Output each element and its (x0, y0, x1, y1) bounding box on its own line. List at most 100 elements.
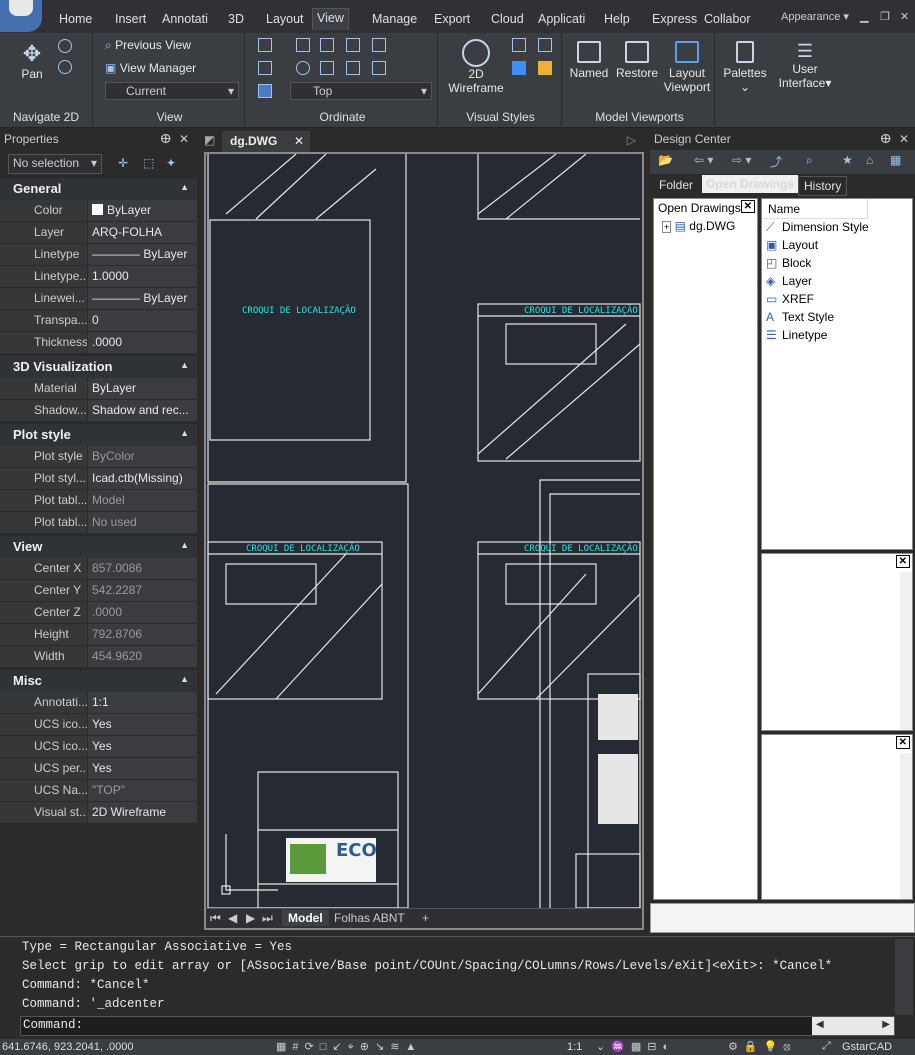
app-menu-button[interactable] (0, 0, 42, 32)
property-row[interactable]: Center Z .0000 (0, 602, 197, 624)
ucs-preset-icon[interactable] (258, 84, 272, 98)
property-row[interactable]: Center X 857.0086 (0, 558, 197, 580)
selection-dropdown[interactable]: No selection ▾ (8, 154, 102, 174)
prev-layout-icon[interactable]: ◀ (228, 911, 237, 925)
close-icon[interactable]: ✕ (895, 736, 910, 749)
horizontal-scrollbar[interactable]: ◀ ▶ (812, 1017, 894, 1035)
property-row[interactable]: Color ByLayer (0, 200, 197, 222)
property-value[interactable]: 542.2287 (87, 580, 197, 602)
description-scrollbar[interactable] (900, 753, 912, 899)
tab-history[interactable]: History (798, 176, 848, 196)
tab-scroll-icon[interactable]: ◩ (204, 133, 215, 147)
hidden-cube-icon[interactable] (538, 38, 552, 52)
named-viewports-button[interactable]: Named (569, 41, 609, 80)
close-icon[interactable]: ✕ (294, 134, 304, 148)
content-item[interactable]: ◈ Layer (762, 273, 912, 291)
property-row[interactable]: UCS ico... Yes (0, 736, 197, 758)
preview-scrollbar[interactable] (900, 572, 912, 730)
previous-view-button[interactable]: ⌕ Previous View (105, 38, 191, 53)
pin-icon[interactable]: ⴲ (160, 132, 171, 146)
ucs-face-icon[interactable] (258, 61, 272, 75)
property-value[interactable]: Yes (87, 736, 197, 758)
property-value[interactable]: No used (87, 512, 197, 534)
content-item[interactable]: A Text Style (762, 309, 912, 327)
property-value[interactable]: Shadow and rec... (87, 400, 197, 422)
content-item[interactable]: ⟋ Dimension Style (762, 219, 912, 237)
property-value[interactable]: ———— ByLayer (87, 288, 197, 310)
status-settings-icon[interactable]: ⚙🔒💡⦻ (728, 1040, 797, 1054)
property-value[interactable]: 1:1 (87, 692, 197, 714)
appearance-menu[interactable]: Appearance ▾ (781, 10, 849, 23)
tab-applicati[interactable]: Applicati (534, 10, 589, 32)
property-row[interactable]: Height 792.8706 (0, 624, 197, 646)
property-value[interactable]: Model (87, 490, 197, 512)
wireframe-button[interactable]: 2D Wireframe (446, 39, 506, 95)
property-row[interactable]: Annotati... 1:1 (0, 692, 197, 714)
expand-icon[interactable]: + (662, 221, 672, 233)
property-row[interactable]: Center Y 542.2287 (0, 580, 197, 602)
property-value[interactable]: 2D Wireframe (87, 802, 197, 824)
ucs-named-icon[interactable] (296, 61, 310, 75)
load-folder-icon[interactable]: 📂 (658, 153, 673, 167)
favorites-icon[interactable]: ★ (842, 153, 853, 167)
list-header-name[interactable]: Name (762, 199, 868, 219)
drawing-canvas[interactable]: CROQUI DE LOCALIZAÇÃO CROQUI DE LOCALIZA… (204, 152, 644, 930)
property-value[interactable]: Yes (87, 758, 197, 780)
fullscreen-icon[interactable]: ⤢ (822, 1040, 831, 1053)
ucs-z-icon[interactable] (372, 61, 386, 75)
ucs-world-icon[interactable] (296, 38, 310, 52)
tab-export[interactable]: Export (430, 10, 474, 32)
close-icon[interactable]: ✕ (179, 132, 189, 146)
property-value[interactable]: 792.8706 (87, 624, 197, 646)
tab-home[interactable]: Home (55, 10, 96, 32)
section-plot-style[interactable]: Plot style ▲ (0, 424, 197, 446)
tab-folder[interactable]: Folder (654, 176, 698, 194)
property-value[interactable]: "TOP" (87, 780, 197, 802)
section-misc[interactable]: Misc ▲ (0, 670, 197, 692)
property-row[interactable]: Transpa... 0 (0, 310, 197, 332)
tab-layout[interactable]: Layout (262, 10, 308, 32)
property-row[interactable]: UCS Na... "TOP" (0, 780, 197, 802)
command-input[interactable]: Command: (20, 1016, 895, 1036)
shaded-cube-icon[interactable] (512, 61, 526, 75)
property-row[interactable]: Layer ARQ-FOLHA (0, 222, 197, 244)
property-value[interactable]: 1.0000 (87, 266, 197, 288)
collapse-icon[interactable]: ▲ (180, 182, 189, 192)
content-item[interactable]: ◰ Block (762, 255, 912, 273)
first-layout-icon[interactable]: ⏮ (210, 911, 221, 926)
property-row[interactable]: Plot style ByColor (0, 446, 197, 468)
property-value[interactable]: ARQ-FOLHA (87, 222, 197, 244)
tab-arrow-icon[interactable]: ▷ (627, 133, 636, 147)
command-scrollbar[interactable] (895, 939, 913, 1015)
select-objects-icon[interactable]: ⬚ (143, 156, 154, 170)
ucs-dropdown[interactable]: Top ▾ (290, 82, 432, 100)
zoom-icon[interactable] (58, 60, 72, 74)
tab-3d[interactable]: 3D (224, 10, 248, 32)
quick-select-icon[interactable]: ✦ (166, 156, 176, 170)
content-item[interactable]: ▭ XREF (762, 291, 912, 309)
tab-express[interactable]: Express (648, 10, 701, 32)
drafting-toggles-icon[interactable]: ▦#⟳□↙⌖⊕↘≋▲ (276, 1040, 422, 1054)
section-general[interactable]: General ▲ (0, 178, 197, 200)
ucs-y-icon[interactable] (346, 61, 360, 75)
property-row[interactable]: Linetype ———— ByLayer (0, 244, 197, 266)
add-layout-icon[interactable]: + (422, 911, 429, 925)
pan-button[interactable]: ✥ Pan (14, 41, 50, 81)
tab-view[interactable]: View (312, 8, 349, 30)
wireframe-cube-icon[interactable] (512, 38, 526, 52)
property-row[interactable]: Shadow... Shadow and rec... (0, 400, 197, 422)
user-interface-button[interactable]: ☰ User Interface▾ (775, 41, 835, 90)
section-3d-visualization[interactable]: 3D Visualization ▲ (0, 356, 197, 378)
property-row[interactable]: Linetype... 1.0000 (0, 266, 197, 288)
tab-cloud[interactable]: Cloud (487, 10, 528, 32)
collapse-icon[interactable]: ▲ (180, 428, 189, 438)
ucs-origin-icon[interactable] (320, 38, 334, 52)
close-icon[interactable]: ✕ (895, 555, 910, 568)
status-tools-icon[interactable]: ⌄♒▩⊟◐ (596, 1040, 675, 1053)
property-value[interactable]: ByLayer (87, 378, 197, 400)
tab-manage[interactable]: Manage (368, 10, 421, 32)
tab-insert[interactable]: Insert (111, 10, 150, 32)
forward-icon[interactable]: ⇨ ▾ (732, 153, 751, 167)
property-value[interactable]: 857.0086 (87, 558, 197, 580)
realistic-cube-icon[interactable] (538, 61, 552, 75)
